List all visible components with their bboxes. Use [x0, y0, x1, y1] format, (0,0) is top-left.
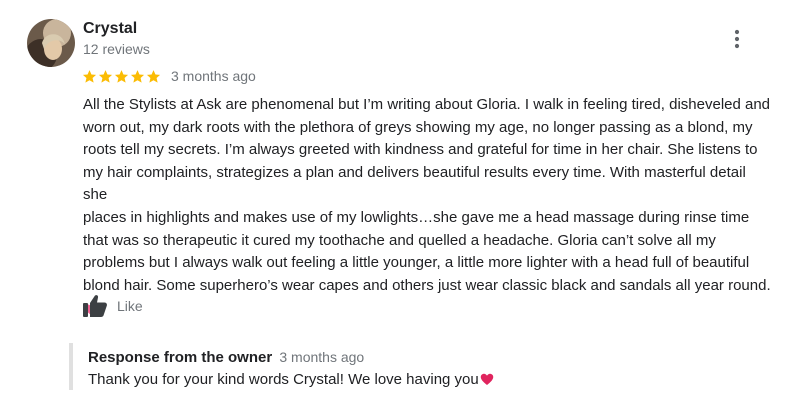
review-text-line: places in highlights and makes use of my… — [83, 208, 750, 226]
owner-response: Response from the owner 3 months ago Tha… — [69, 343, 753, 390]
star-icon — [114, 69, 129, 83]
rating-row: 3 months ago — [82, 66, 256, 86]
review-text-line: All the Stylists at Ask are phenomenal b… — [83, 96, 771, 113]
reviewer-review-count: 12 reviews — [83, 41, 150, 57]
star-icon — [146, 69, 161, 83]
star-rating — [82, 69, 161, 84]
owner-response-header: Response from the owner 3 months ago — [88, 349, 364, 366]
reviewer-avatar[interactable] — [27, 19, 75, 67]
review-text-line: that was so therapeutic it cured my toot… — [83, 231, 716, 249]
review-text-line: problems but I always walk out feeling a… — [83, 254, 750, 272]
more-options-button[interactable] — [728, 28, 746, 50]
owner-response-message: Thank you for your kind words Crystal! W… — [88, 371, 479, 388]
review-text-line: worn out, my dark roots with the plethor… — [83, 118, 753, 136]
like-button[interactable]: Like — [82, 293, 143, 319]
more-vert-icon — [734, 29, 740, 49]
star-icon — [130, 69, 145, 83]
like-label: Like — [117, 298, 143, 314]
star-icon — [98, 69, 113, 83]
review-text-line: roots tell my secrets. I’m always greete… — [83, 141, 758, 159]
review-text-line: my hair complaints, strategizes a plan a… — [83, 163, 746, 204]
thumbs-up-icon — [83, 295, 107, 317]
star-icon — [82, 69, 97, 83]
review-emoji-line — [83, 297, 773, 319]
owner-response-text: Thank you for your kind words Crystal! W… — [88, 371, 495, 388]
owner-response-date: 3 months ago — [279, 349, 365, 365]
review-date: 3 months ago — [171, 68, 256, 84]
review-text: All the Stylists at Ask are phenomenal b… — [83, 94, 773, 319]
red-heart-icon — [480, 373, 493, 385]
owner-response-title: Response from the owner — [88, 349, 273, 366]
reviewer-name[interactable]: Crystal — [83, 20, 137, 38]
review-text-line: blond hair. Some superhero’s wear capes … — [83, 276, 771, 294]
